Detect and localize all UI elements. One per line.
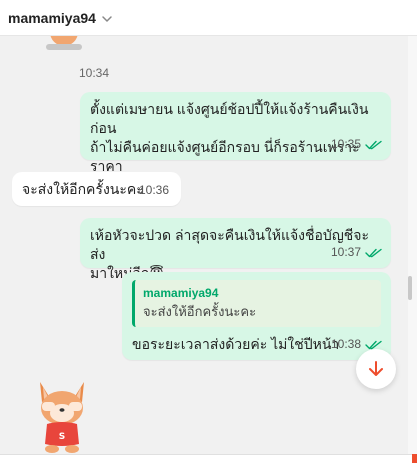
corgi-sticker: S [40, 382, 84, 453]
scrollbar-thumb[interactable] [408, 276, 412, 300]
scroll-to-bottom-button[interactable] [356, 349, 396, 389]
quoted-text: จะส่งให้อีกครั้งนะคะ [143, 304, 257, 319]
message-meta: 10:37 [331, 243, 383, 262]
sticker-partial [44, 36, 84, 50]
contact-name[interactable]: mamamiya94 [8, 10, 96, 26]
read-ticks-icon [365, 248, 382, 257]
message-input-area[interactable] [0, 454, 412, 463]
message-list[interactable]: 10:34 ตั้งแต่เมษายน แจ้งศูนย์ช้อปปี้ให้แ… [0, 36, 408, 454]
message-time: 10:38 [330, 337, 361, 351]
quoted-message[interactable]: mamamiya94 จะส่งให้อีกครั้งนะคะ [132, 280, 381, 327]
accent-indicator [412, 454, 417, 463]
message-time: 10:36 [138, 183, 169, 197]
quoted-sender: mamamiya94 [143, 286, 219, 300]
chevron-down-icon[interactable] [100, 12, 114, 26]
scrollbar-track[interactable] [408, 36, 417, 454]
chat-header: mamamiya94 [0, 0, 417, 36]
outgoing-message[interactable]: เห้อหัวจะปวด ล่าสุดจะคืนเงินให้แจ้งชื่อบ… [80, 218, 391, 281]
message-time: 10:35 [330, 137, 361, 151]
message-timestamp: 10:34 [79, 66, 110, 80]
arrow-down-icon [369, 361, 383, 376]
message-meta: 10:35 [331, 135, 383, 154]
svg-text:S: S [59, 432, 65, 442]
outgoing-reply-message[interactable]: mamamiya94 จะส่งให้อีกครั้งนะคะ ขอระยะเว… [122, 272, 391, 360]
message-meta: 10:36 [139, 181, 173, 200]
read-ticks-icon [365, 140, 382, 149]
incoming-message[interactable]: จะส่งให้อีกครั้งนะคะ 10:36 [12, 172, 181, 206]
message-time: 10:37 [330, 245, 361, 259]
outgoing-message[interactable]: ตั้งแต่เมษายน แจ้งศูนย์ช้อปปี้ให้แจ้งร้า… [80, 92, 391, 193]
